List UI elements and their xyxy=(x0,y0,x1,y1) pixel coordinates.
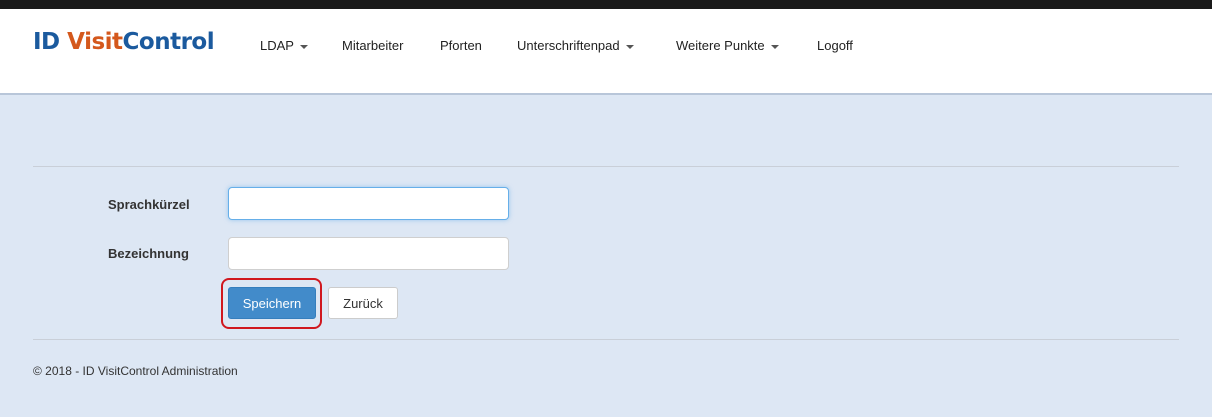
brand-part-id: ID xyxy=(33,29,68,55)
nav-mitarbeiter[interactable]: Mitarbeiter xyxy=(342,38,403,53)
sprachkuerzel-input[interactable] xyxy=(228,187,509,220)
footer-copyright: © 2018 - ID VisitControl Administration xyxy=(33,364,238,378)
caret-down-icon xyxy=(299,44,308,49)
nav-logoff-label: Logoff xyxy=(817,38,853,53)
caret-down-icon xyxy=(625,44,634,49)
sprachkuerzel-label: Sprachkürzel xyxy=(108,197,190,212)
top-border xyxy=(0,0,1212,9)
nav-unterschriftenpad-dropdown[interactable]: Unterschriftenpad xyxy=(517,38,634,53)
brand-part-control: Control xyxy=(122,29,215,55)
back-button[interactable]: Zurück xyxy=(328,287,398,319)
bezeichnung-input[interactable] xyxy=(228,237,509,270)
navbar: ID VisitControl LDAP Mitarbeiter Pforten… xyxy=(0,9,1212,95)
brand-logo[interactable]: ID VisitControl xyxy=(33,29,215,55)
caret-down-icon xyxy=(770,44,779,49)
nav-pforten-label: Pforten xyxy=(440,38,482,53)
nav-ldap-dropdown[interactable]: LDAP xyxy=(260,38,308,53)
divider-top xyxy=(33,166,1179,167)
divider-bottom xyxy=(33,339,1179,340)
save-button[interactable]: Speichern xyxy=(228,287,316,319)
brand-part-visit: Visit xyxy=(67,29,123,55)
nav-ldap-label: LDAP xyxy=(260,38,294,53)
nav-unterschriftenpad-label: Unterschriftenpad xyxy=(517,38,620,53)
nav-logoff[interactable]: Logoff xyxy=(817,38,853,53)
bezeichnung-label: Bezeichnung xyxy=(108,246,189,261)
nav-weitere-punkte-dropdown[interactable]: Weitere Punkte xyxy=(676,38,779,53)
nav-pforten[interactable]: Pforten xyxy=(440,38,482,53)
nav-weitere-punkte-label: Weitere Punkte xyxy=(676,38,765,53)
nav-mitarbeiter-label: Mitarbeiter xyxy=(342,38,404,53)
